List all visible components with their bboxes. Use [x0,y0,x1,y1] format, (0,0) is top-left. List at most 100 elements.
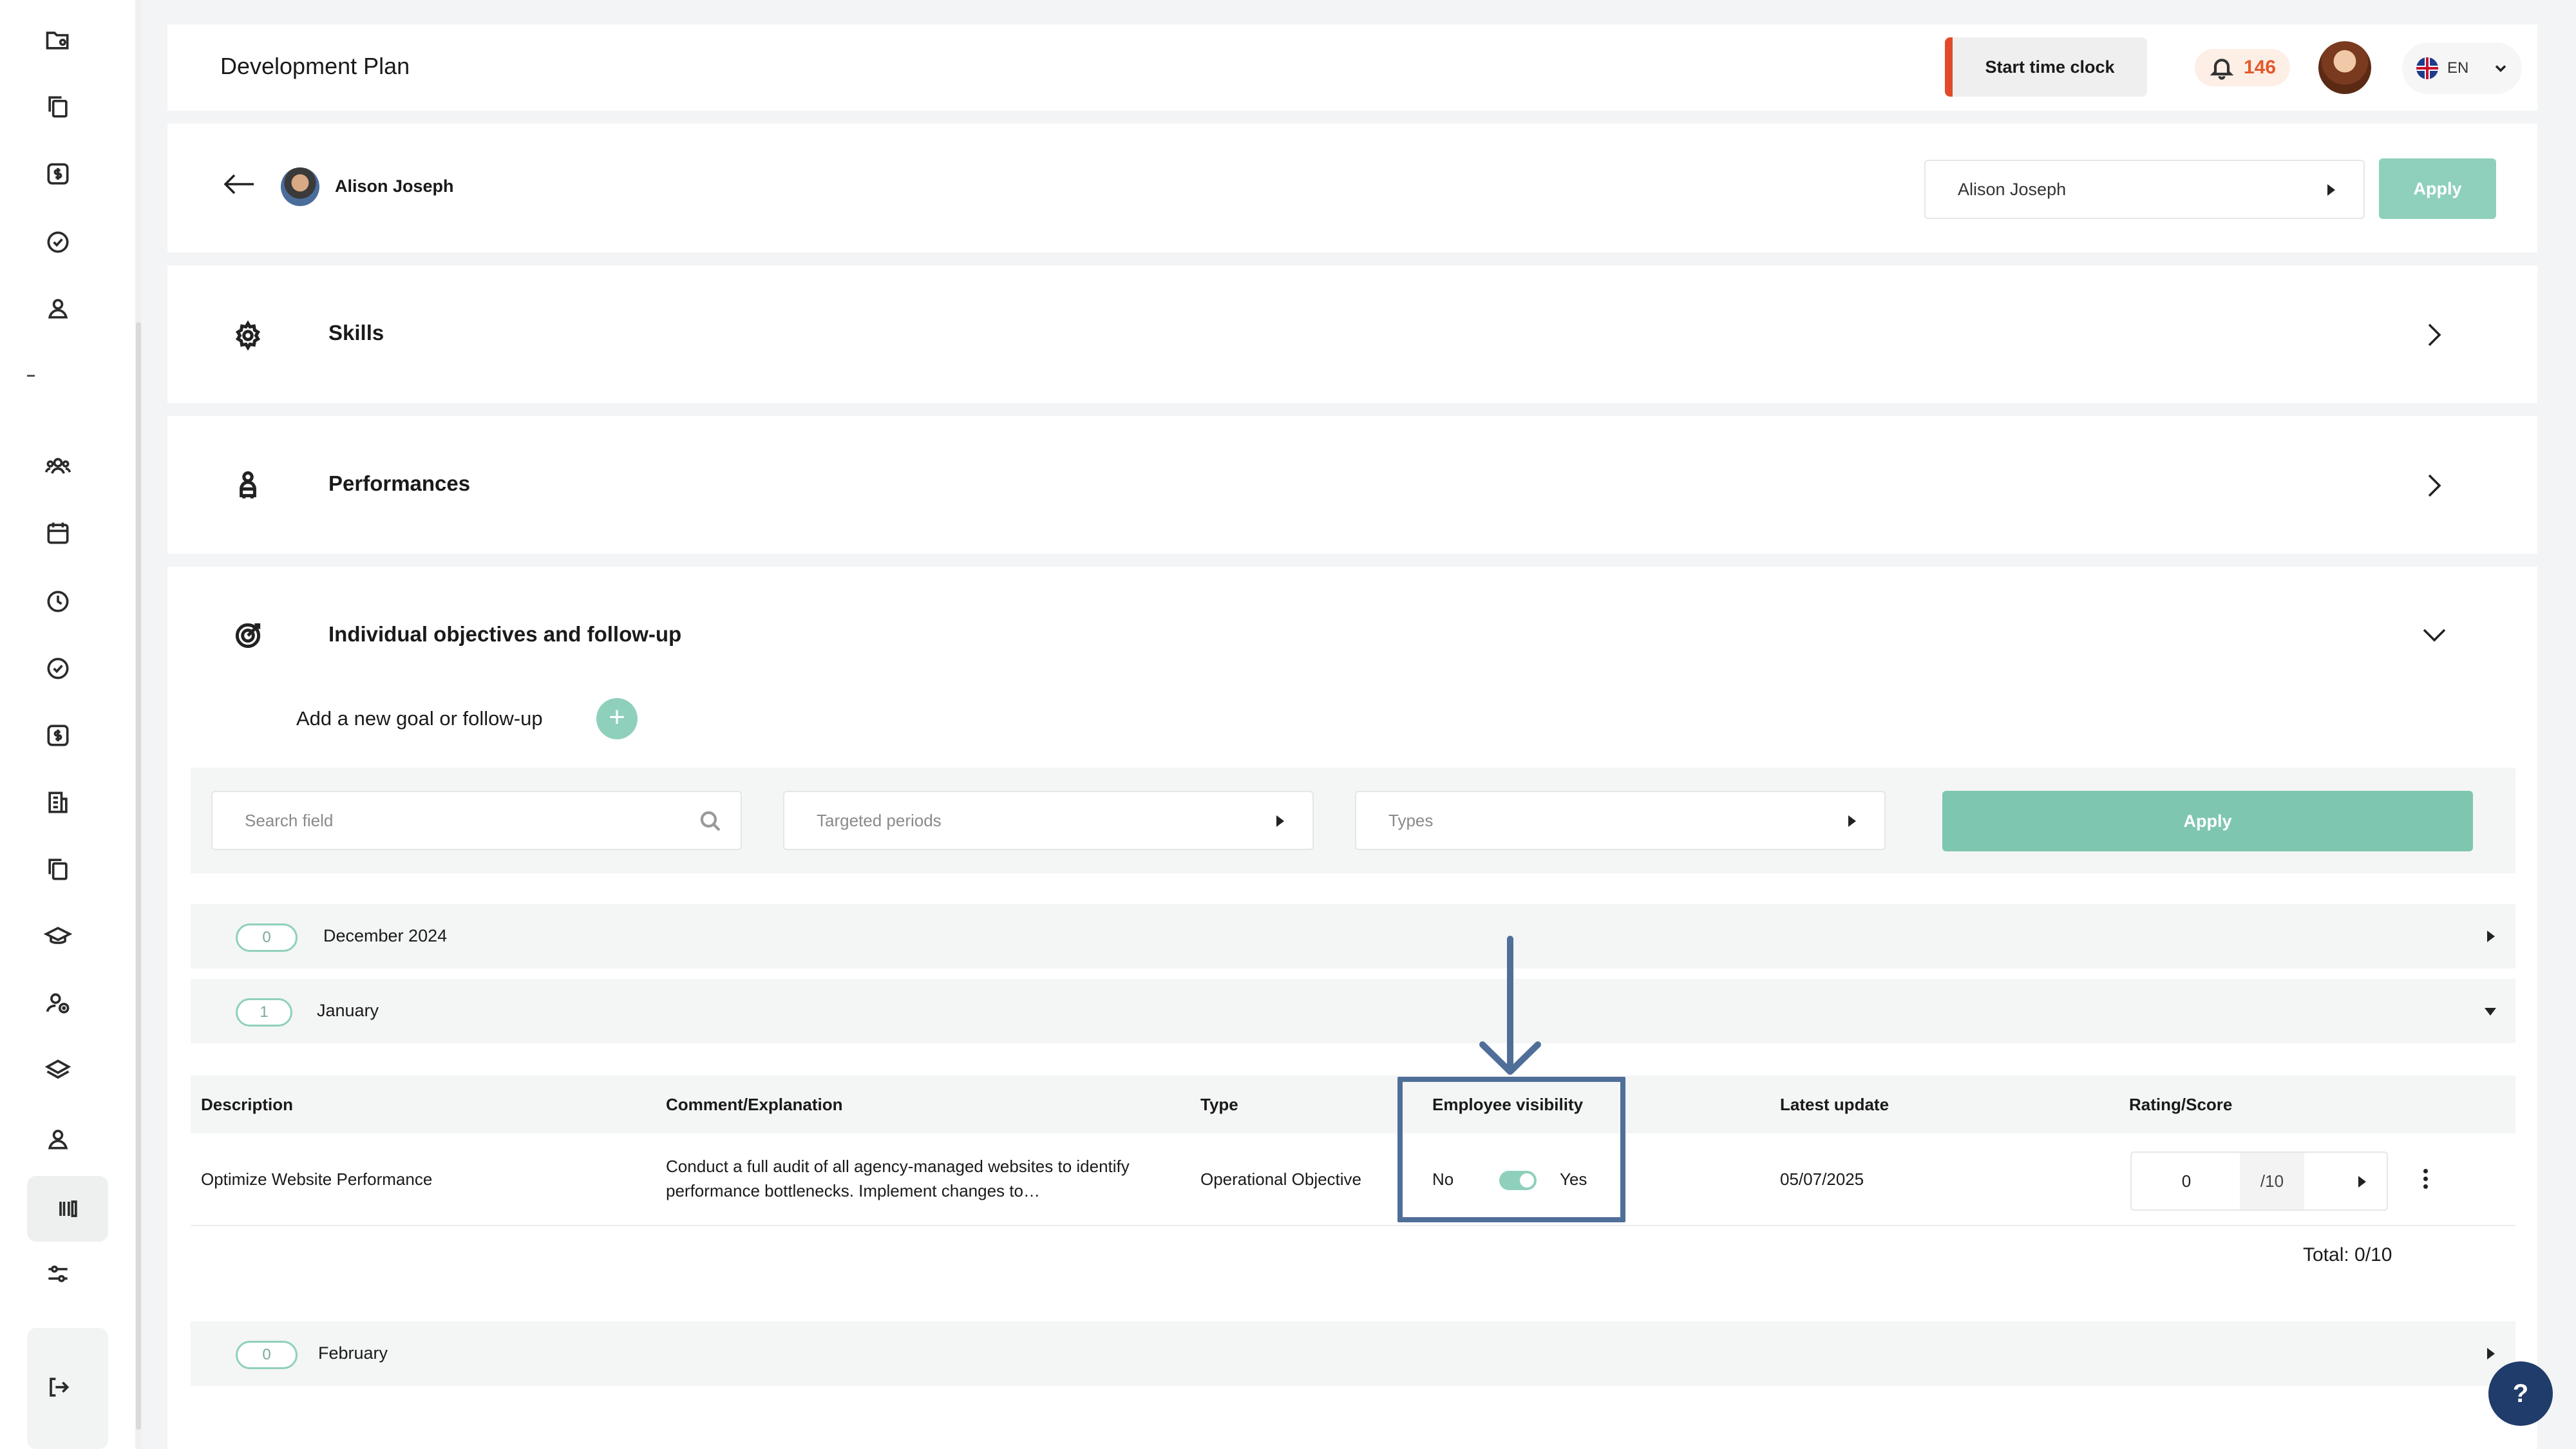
caret-right-icon [2487,1348,2495,1359]
row-menu-icon[interactable] [2419,1167,2432,1193]
check-circle-icon[interactable] [39,223,77,261]
chevron-down-icon [2496,65,2506,72]
filter-bar: Search field Targeted periods Types Appl… [191,768,2515,873]
month-label: February [318,1343,388,1363]
chevron-right-icon[interactable] [2421,321,2447,349]
copy-documents-icon[interactable] [39,88,77,126]
add-goal-label: Add a new goal or follow-up [296,707,543,730]
employee-visibility-toggle[interactable] [1499,1171,1537,1190]
employee-bar: Alison Joseph Alison Joseph Apply [167,124,2537,252]
column-rating-score: Rating/Score [2129,1095,2233,1114]
search-input[interactable]: Search field [211,791,742,850]
month-row-february[interactable]: 0 February [191,1321,2515,1386]
gear-icon [232,319,264,352]
employee-avatar [281,167,319,206]
team-icon[interactable] [39,447,77,486]
score-max: /10 [2240,1153,2304,1209]
table-row: Optimize Website Performance Conduct a f… [191,1133,2515,1226]
month-label: December 2024 [323,926,448,945]
top-header: Development Plan Start time clock 146 EN [167,24,2537,111]
search-icon [697,808,724,835]
month-row-january[interactable]: 1 January [191,979,2515,1043]
visibility-yes-label: Yes [1560,1170,1587,1189]
objective-description: Optimize Website Performance [201,1170,433,1189]
chevron-right-icon[interactable] [2421,471,2447,500]
user-icon[interactable] [39,289,77,327]
notifications-button[interactable]: 146 [2195,49,2290,86]
clock-icon[interactable] [39,582,77,621]
column-employee-visibility: Employee visibility [1432,1095,1584,1114]
arrow-left-icon [223,174,254,194]
month-label: January [317,1001,379,1020]
targeted-periods-select[interactable]: Targeted periods [783,791,1314,850]
add-goal-button[interactable]: + [596,698,638,739]
layers-icon[interactable] [39,1051,77,1090]
calendar-icon[interactable] [39,514,77,553]
start-time-clock-button[interactable]: Start time clock [1945,37,2147,97]
caret-right-icon [2327,184,2335,196]
periods-placeholder: Targeted periods [817,810,942,830]
column-comment: Comment/Explanation [666,1095,843,1114]
chevron-down-icon[interactable] [2421,621,2447,649]
month-count-badge: 1 [236,998,292,1027]
month-count-badge: 0 [236,1341,298,1369]
column-latest-update: Latest update [1780,1095,1889,1114]
caret-right-icon [1848,815,1856,827]
score-value: 0 [2181,1171,2192,1191]
uk-flag-icon [2416,57,2438,79]
caret-down-icon [2485,1008,2496,1016]
podium-user-icon [232,469,264,501]
objectives-title: Individual objectives and follow-up [328,622,682,646]
rating-score-select[interactable]: 0 /10 [2130,1151,2388,1211]
search-placeholder: Search field [245,810,334,830]
skills-section[interactable]: Skills [167,265,2537,403]
objectives-section: Individual objectives and follow-up Add … [167,567,2537,1449]
types-placeholder: Types [1388,810,1434,830]
skills-title: Skills [328,321,384,345]
month-row-december-2024[interactable]: 0 December 2024 [191,904,2515,969]
employee-apply-button[interactable]: Apply [2379,158,2496,219]
scrollbar-thumb[interactable] [136,322,141,1430]
employee-name: Alison Joseph [335,176,454,196]
month-count-badge: 0 [236,923,298,952]
user-settings-icon[interactable] [39,984,77,1023]
profile-icon[interactable] [39,1119,77,1158]
filter-apply-button[interactable]: Apply [1942,791,2473,851]
objective-latest-update: 05/07/2025 [1780,1170,1864,1189]
target-icon [232,620,264,652]
language-code: EN [2447,59,2469,77]
logout-icon[interactable] [39,1368,77,1406]
caret-right-icon [2358,1176,2366,1188]
column-description: Description [201,1095,294,1114]
notification-count: 146 [2243,57,2277,78]
bell-icon [2210,59,2234,80]
objective-type: Operational Objective [1200,1170,1362,1189]
task-check-icon[interactable] [39,649,77,688]
page-title: Development Plan [220,53,410,79]
column-type: Type [1200,1095,1238,1114]
employee-select-value: Alison Joseph [1958,179,2067,199]
graduation-cap-icon[interactable] [39,917,77,956]
objectives-table-header: Description Comment/Explanation Type Emp… [191,1075,2515,1133]
documents-icon[interactable] [39,850,77,889]
caret-right-icon [2487,931,2495,942]
expenses-dollar-icon[interactable] [39,716,77,755]
language-selector[interactable]: EN [2402,43,2522,94]
employee-select[interactable]: Alison Joseph [1924,160,2365,219]
sliders-icon[interactable] [39,1255,77,1293]
help-button[interactable]: ? [2488,1361,2553,1426]
sidebar-divider [27,375,35,377]
sidebar-scrollbar[interactable] [135,0,142,1449]
development-plan-icon[interactable] [27,1176,108,1242]
folder-user-icon[interactable] [39,21,77,59]
score-total: Total: 0/10 [2303,1244,2392,1265]
performances-title: Performances [328,471,471,495]
user-avatar[interactable] [2318,41,2371,94]
back-button[interactable] [222,171,256,197]
types-select[interactable]: Types [1355,791,1886,850]
caret-right-icon [1276,815,1284,827]
report-icon[interactable] [39,783,77,822]
performances-section[interactable]: Performances [167,416,2537,554]
objective-comment: Conduct a full audit of all agency-manag… [666,1157,1130,1200]
dollar-icon[interactable] [39,155,77,193]
